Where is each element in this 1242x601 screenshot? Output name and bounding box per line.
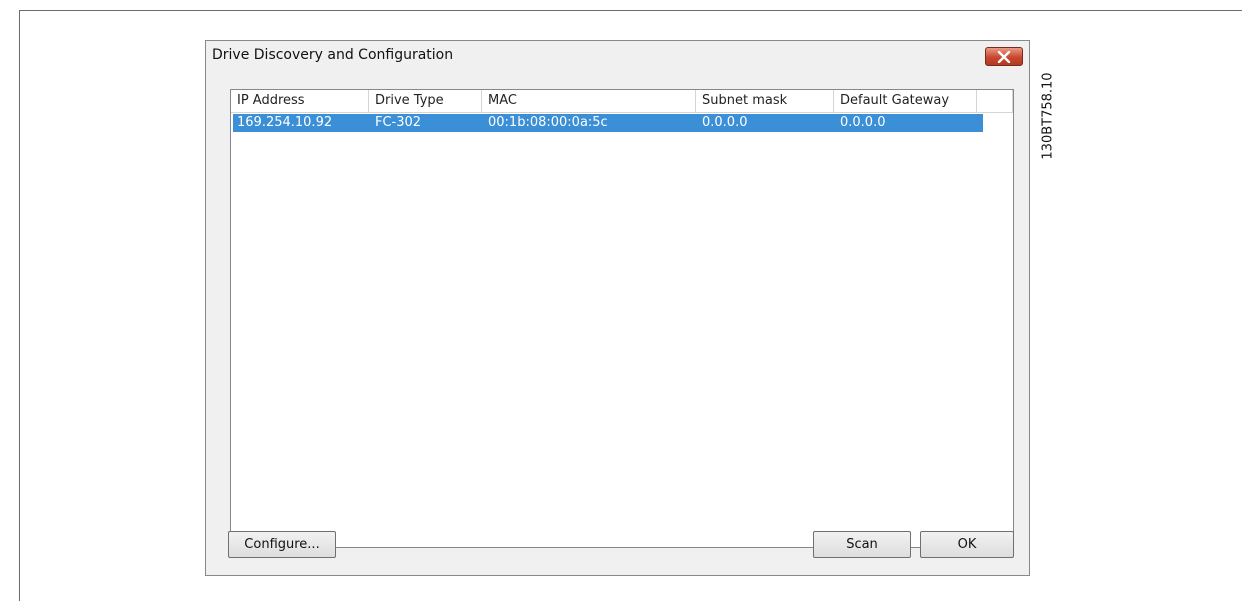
column-header-mac[interactable]: MAC [482,90,696,113]
close-button[interactable] [985,47,1023,66]
column-header-subnet-mask[interactable]: Subnet mask [696,90,834,113]
column-header-default-gateway[interactable]: Default Gateway [834,90,977,113]
drive-discovery-dialog: Drive Discovery and Configuration IP Add… [205,40,1030,576]
column-header-filler [977,90,1013,113]
cell-subnet-mask: 0.0.0.0 [702,115,748,130]
cell-default-gateway: 0.0.0.0 [840,115,886,130]
drive-list[interactable]: IP Address Drive Type MAC Subnet mask De… [230,89,1014,548]
column-header-drive-type[interactable]: Drive Type [369,90,482,113]
list-header: IP Address Drive Type MAC Subnet mask De… [231,90,1013,113]
dialog-title: Drive Discovery and Configuration [212,47,454,63]
scan-button[interactable]: Scan [813,531,911,558]
cell-mac: 00:1b:08:00:0a:5c [488,115,608,130]
frame-top-border [19,10,1242,11]
column-header-ip-address[interactable]: IP Address [231,90,369,113]
figure-code-label: 130BT758.10 [1038,48,1058,183]
cell-ip-address: 169.254.10.92 [237,115,333,130]
figure-code-text: 130BT758.10 [1040,71,1056,160]
frame-left-border [19,10,20,601]
dialog-titlebar: Drive Discovery and Configuration [206,41,1029,77]
ok-button[interactable]: OK [920,531,1014,558]
table-row[interactable]: 169.254.10.92 FC-302 00:1b:08:00:0a:5c 0… [233,114,983,132]
configure-button[interactable]: Configure... [228,531,336,558]
cell-drive-type: FC-302 [375,115,422,130]
close-icon [997,50,1011,63]
